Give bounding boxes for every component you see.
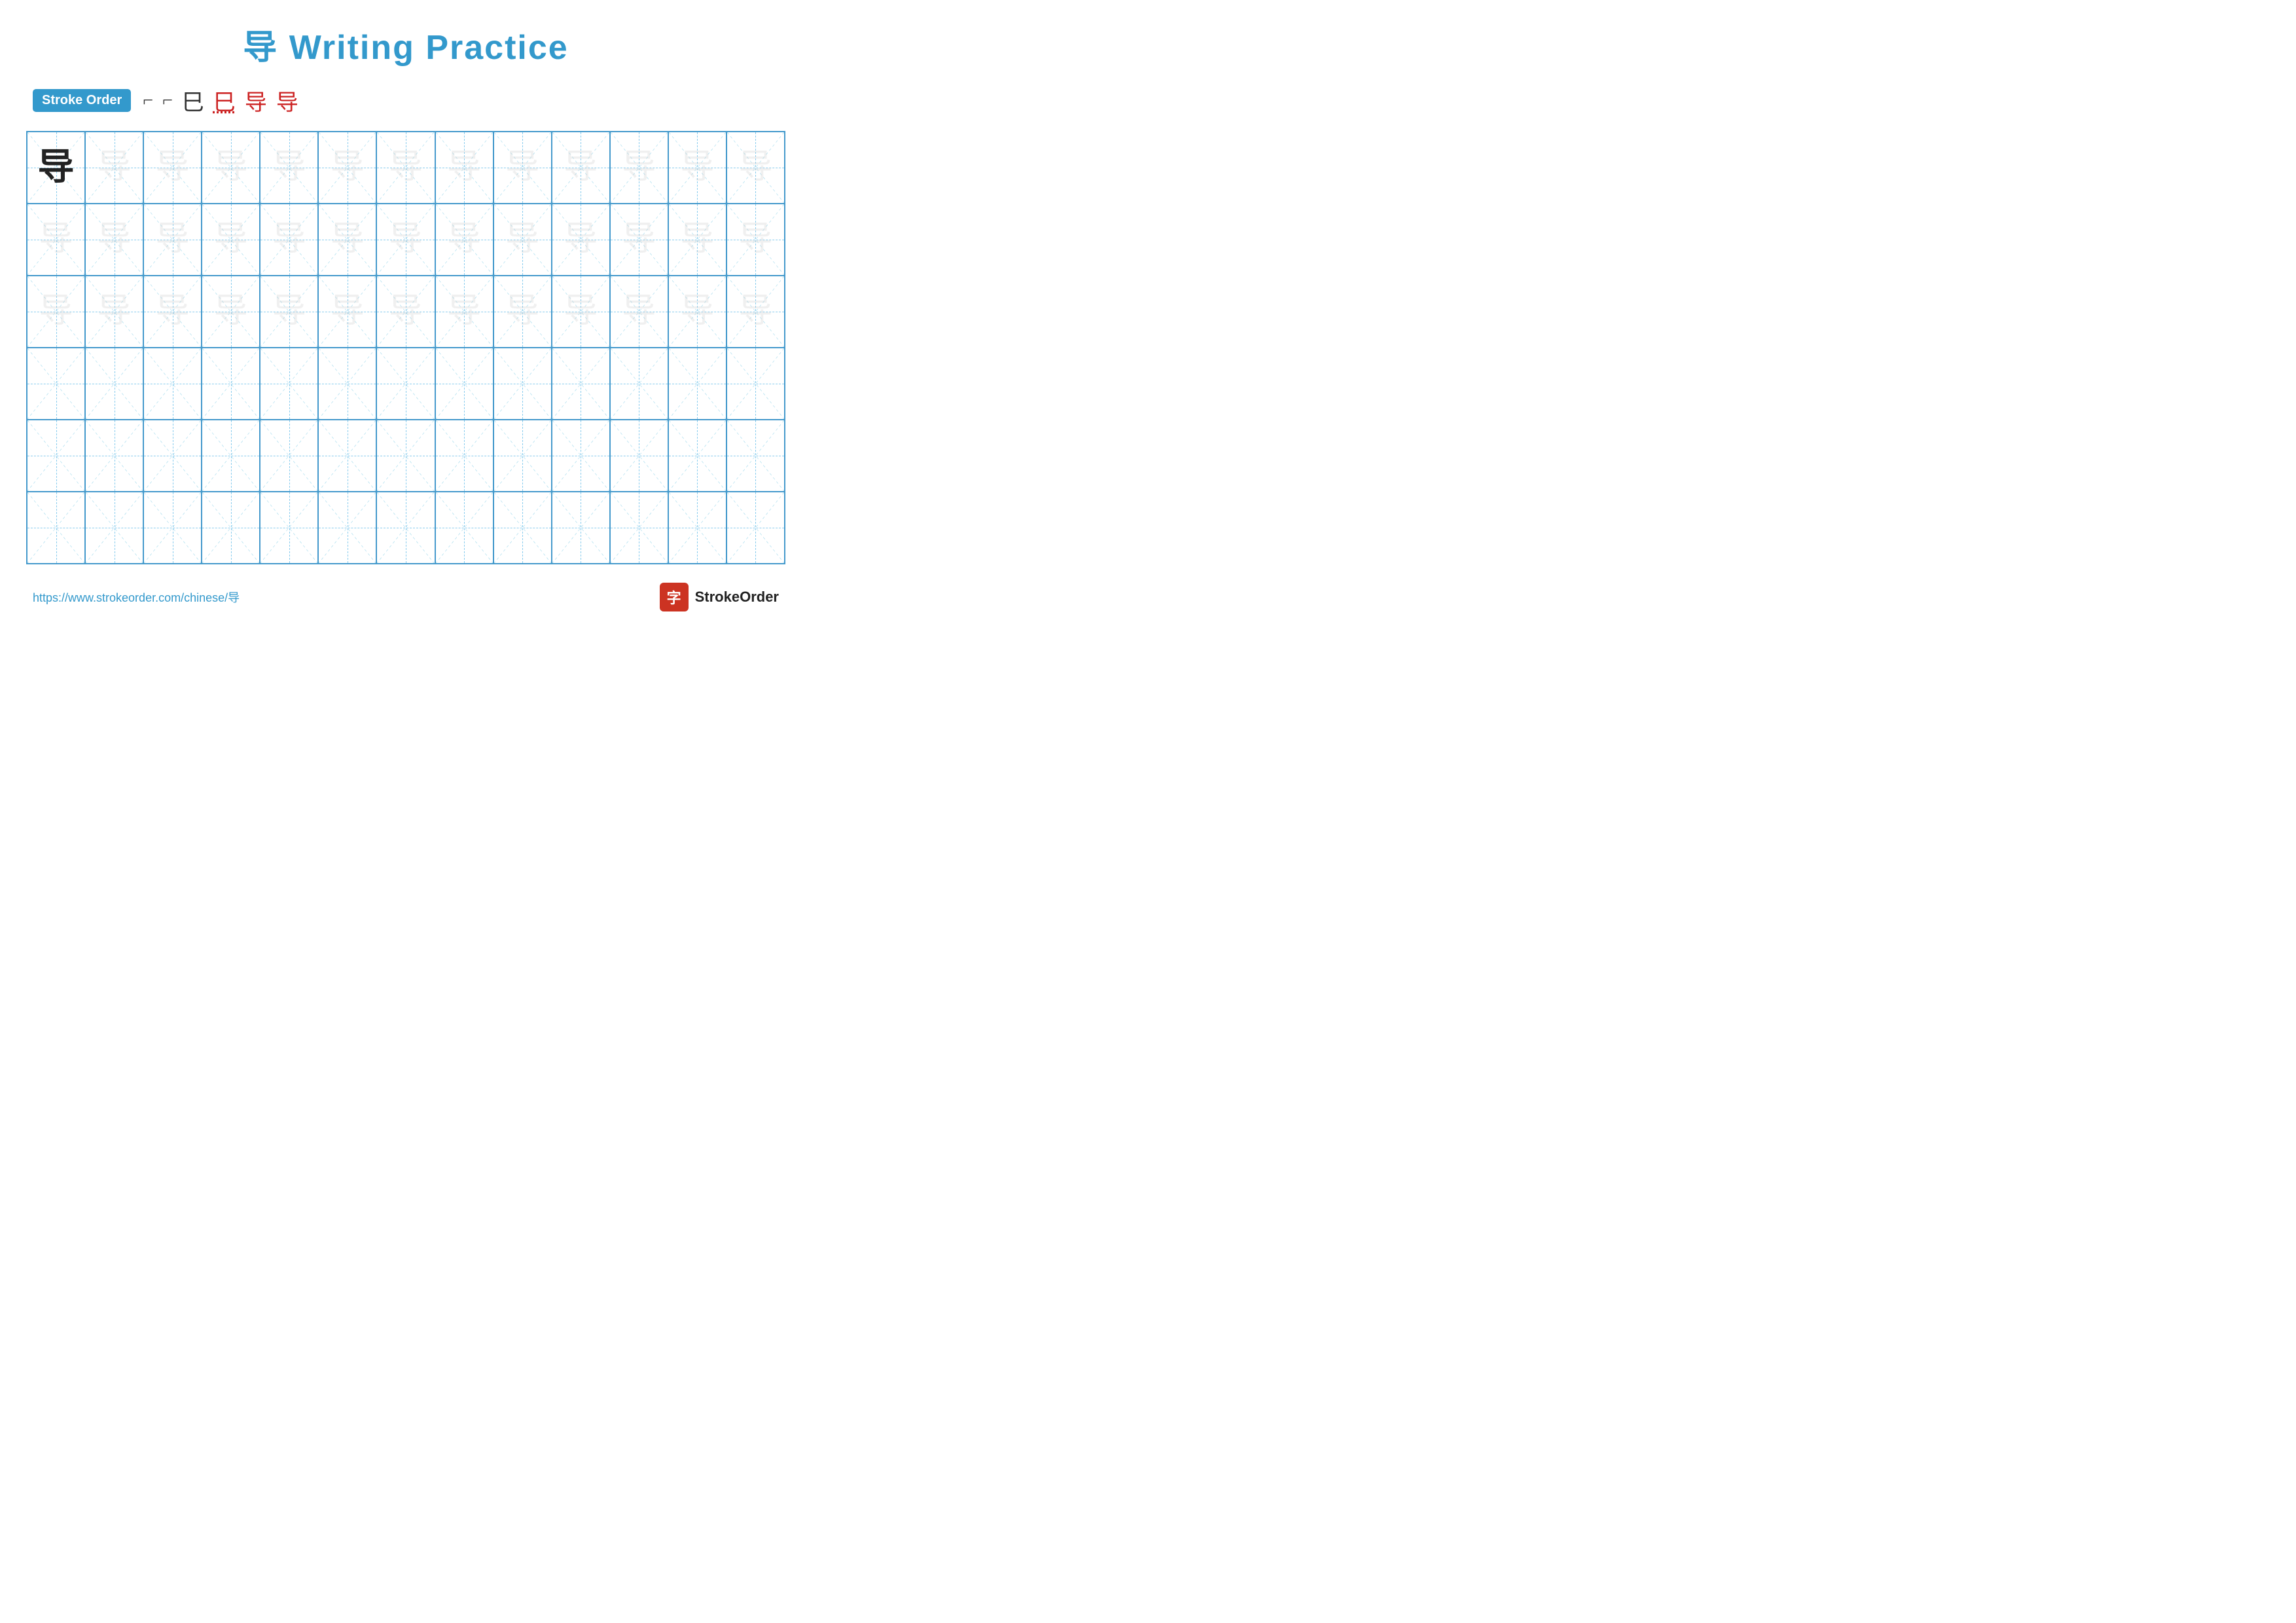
- grid-cell[interactable]: [726, 420, 785, 492]
- footer: https://www.strokeorder.com/chinese/导 字 …: [26, 583, 785, 611]
- grid-cell[interactable]: [552, 348, 610, 420]
- grid-cell[interactable]: 导: [85, 204, 143, 276]
- grid-cell[interactable]: 导: [610, 132, 668, 204]
- grid-cell[interactable]: [610, 492, 668, 564]
- grid-cell[interactable]: 导: [376, 132, 435, 204]
- grid-cell[interactable]: [668, 420, 726, 492]
- grid-cell[interactable]: [85, 348, 143, 420]
- grid-cell[interactable]: [610, 348, 668, 420]
- grid-cell[interactable]: [552, 420, 610, 492]
- grid-cell[interactable]: [376, 348, 435, 420]
- grid-cell[interactable]: [27, 348, 85, 420]
- grid-cell[interactable]: [376, 492, 435, 564]
- grid-cell[interactable]: 导: [202, 204, 260, 276]
- grid-cell[interactable]: 导: [435, 276, 493, 348]
- grid-cell[interactable]: 导: [318, 132, 376, 204]
- grid-cell[interactable]: 导: [202, 276, 260, 348]
- grid-cell[interactable]: [493, 492, 552, 564]
- title-char: 导: [243, 29, 278, 67]
- grid-cell[interactable]: [726, 492, 785, 564]
- grid-cell[interactable]: [376, 420, 435, 492]
- stroke-3: 巳: [182, 84, 204, 117]
- footer-url[interactable]: https://www.strokeorder.com/chinese/导: [33, 589, 240, 606]
- stroke-4: 巳: [213, 84, 236, 117]
- grid-cell[interactable]: 导: [27, 204, 85, 276]
- grid-cell[interactable]: 导: [376, 204, 435, 276]
- grid-cell[interactable]: 导: [435, 132, 493, 204]
- grid-cell[interactable]: [260, 492, 318, 564]
- grid-cell[interactable]: 导: [493, 204, 552, 276]
- title-text: Writing Practice: [278, 29, 568, 67]
- grid-cell[interactable]: 导: [260, 276, 318, 348]
- grid-cell[interactable]: 导: [318, 204, 376, 276]
- grid-cell[interactable]: 导: [552, 204, 610, 276]
- grid-cell[interactable]: 导: [610, 276, 668, 348]
- grid-cell[interactable]: 导: [143, 204, 202, 276]
- grid-cell[interactable]: 导: [260, 132, 318, 204]
- grid-cell[interactable]: 导: [143, 276, 202, 348]
- grid-cell[interactable]: [143, 492, 202, 564]
- grid-cell[interactable]: 导: [27, 276, 85, 348]
- grid-cell[interactable]: [85, 420, 143, 492]
- grid-cell[interactable]: [202, 492, 260, 564]
- footer-logo-text: StrokeOrder: [695, 589, 779, 606]
- stroke-2: ⌐: [162, 90, 173, 111]
- grid-cell[interactable]: [435, 420, 493, 492]
- grid-cell[interactable]: [85, 492, 143, 564]
- grid-cell[interactable]: [143, 420, 202, 492]
- grid-cell[interactable]: [435, 492, 493, 564]
- grid-cell[interactable]: 导: [318, 276, 376, 348]
- grid-cell[interactable]: [260, 420, 318, 492]
- stroke-sequence: ⌐ ⌐ 巳 巳 导 导: [143, 84, 298, 117]
- grid-cell[interactable]: [435, 348, 493, 420]
- grid-cell[interactable]: 导: [376, 276, 435, 348]
- grid-cell[interactable]: 导: [435, 204, 493, 276]
- grid-cell[interactable]: 导: [726, 132, 785, 204]
- grid-cell[interactable]: [668, 348, 726, 420]
- grid-cell[interactable]: 导: [493, 276, 552, 348]
- grid-cell[interactable]: 导: [85, 132, 143, 204]
- grid-cell[interactable]: 导: [85, 276, 143, 348]
- grid-cell[interactable]: [318, 420, 376, 492]
- grid-cell[interactable]: [726, 348, 785, 420]
- grid-cell[interactable]: 导: [552, 276, 610, 348]
- page-title: 导 Writing Practice: [26, 20, 785, 69]
- grid-cell[interactable]: [552, 492, 610, 564]
- stroke-1: ⌐: [143, 90, 153, 111]
- grid-cell[interactable]: 导: [493, 132, 552, 204]
- grid-cell[interactable]: [27, 492, 85, 564]
- stroke-order-badge: Stroke Order: [33, 89, 131, 112]
- grid-cell[interactable]: 导: [668, 276, 726, 348]
- grid-cell[interactable]: 导: [668, 132, 726, 204]
- grid-cell[interactable]: [318, 492, 376, 564]
- grid-cell[interactable]: [202, 348, 260, 420]
- grid-cell[interactable]: 导: [726, 276, 785, 348]
- grid-cell[interactable]: [610, 420, 668, 492]
- grid-cell[interactable]: 导: [610, 204, 668, 276]
- grid-cell[interactable]: [260, 348, 318, 420]
- grid-cell[interactable]: [143, 348, 202, 420]
- grid-cell[interactable]: 导: [27, 132, 85, 204]
- grid-cell[interactable]: 导: [260, 204, 318, 276]
- stroke-5: 导: [245, 84, 267, 117]
- grid-cell[interactable]: [493, 420, 552, 492]
- footer-logo-icon: 字: [660, 583, 689, 611]
- grid-cell[interactable]: [668, 492, 726, 564]
- grid-cell[interactable]: [493, 348, 552, 420]
- grid-cell[interactable]: [27, 420, 85, 492]
- grid-cell[interactable]: 导: [202, 132, 260, 204]
- grid-cell[interactable]: 导: [668, 204, 726, 276]
- grid-cell[interactable]: [318, 348, 376, 420]
- grid-cell[interactable]: [202, 420, 260, 492]
- grid-cell[interactable]: 导: [726, 204, 785, 276]
- stroke-6: 导: [276, 84, 298, 117]
- grid-cell[interactable]: 导: [143, 132, 202, 204]
- practice-grid: 导 导 导 导 导 导 导 导: [26, 131, 785, 564]
- grid-cell[interactable]: 导: [552, 132, 610, 204]
- stroke-order-row: Stroke Order ⌐ ⌐ 巳 巳 导 导: [26, 84, 785, 117]
- footer-logo: 字 StrokeOrder: [660, 583, 779, 611]
